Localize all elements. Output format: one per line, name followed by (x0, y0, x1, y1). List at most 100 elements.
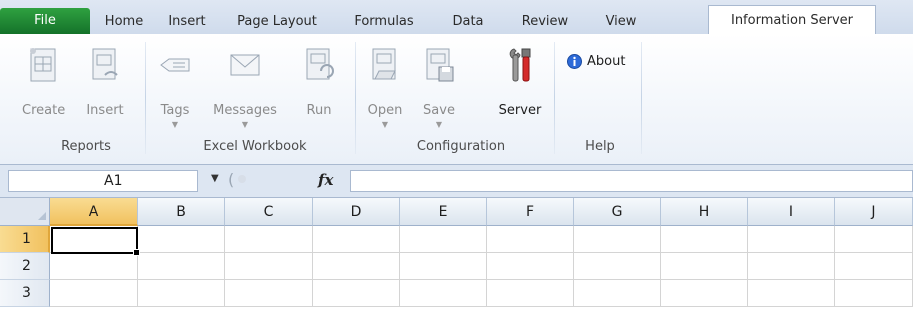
insert-report-button[interactable]: Insert (84, 39, 126, 124)
cell-e2[interactable] (400, 253, 487, 280)
chevron-down-icon: ▼ (171, 120, 179, 129)
divider: ( (228, 170, 235, 189)
active-cell-a1[interactable] (51, 227, 140, 256)
tab-view[interactable]: View (590, 10, 652, 34)
ribbon-panel: Create Insert Reports Tags ▼ Messages ▼ (0, 34, 913, 165)
cell-j3[interactable] (835, 280, 913, 307)
cell-g2[interactable] (574, 253, 661, 280)
messages-button[interactable]: Messages ▼ (212, 39, 278, 129)
cell-a2[interactable] (50, 253, 138, 280)
cell-i1[interactable] (748, 226, 835, 253)
cell-j2[interactable] (835, 253, 913, 280)
cell-e3[interactable] (400, 280, 487, 307)
column-header-c[interactable]: C (225, 198, 313, 226)
group-separator (355, 42, 356, 154)
name-box-value: A1 (104, 173, 123, 189)
cell-e1[interactable] (400, 226, 487, 253)
tab-file[interactable]: File (0, 8, 90, 34)
tab-insert[interactable]: Insert (156, 10, 218, 34)
tab-review[interactable]: Review (506, 10, 584, 34)
server-label: Server (498, 103, 542, 118)
insert-report-icon (92, 48, 118, 80)
cell-a3[interactable] (50, 280, 138, 307)
cell-h3[interactable] (661, 280, 748, 307)
spreadsheet-grid: A B C D E F G H I J 1 2 3 (0, 198, 913, 309)
save-label: Save (423, 103, 455, 118)
create-report-button[interactable]: Create (22, 39, 66, 124)
create-report-label: Create (22, 103, 66, 118)
cancel-icon (238, 175, 246, 183)
tags-label: Tags (160, 103, 190, 118)
cell-d2[interactable] (313, 253, 400, 280)
server-tools-icon (509, 48, 531, 82)
column-header-f[interactable]: F (487, 198, 574, 226)
about-button[interactable]: About (567, 51, 625, 71)
run-button[interactable]: Run (298, 39, 340, 124)
column-header-i[interactable]: I (748, 198, 835, 226)
cell-b1[interactable] (138, 226, 225, 253)
column-header-h[interactable]: H (661, 198, 748, 226)
cell-j1[interactable] (835, 226, 913, 253)
row-header-3[interactable]: 3 (0, 280, 50, 307)
cell-i3[interactable] (748, 280, 835, 307)
cell-c1[interactable] (225, 226, 313, 253)
save-button[interactable]: Save ▼ (418, 39, 460, 129)
cell-d3[interactable] (313, 280, 400, 307)
server-button[interactable]: Server (494, 39, 546, 124)
open-button[interactable]: Open ▼ (364, 39, 406, 129)
about-label: About (587, 53, 626, 69)
messages-icon (230, 54, 260, 76)
column-header-j[interactable]: J (835, 198, 913, 226)
group-separator (554, 42, 555, 154)
cell-d1[interactable] (313, 226, 400, 253)
column-header-g[interactable]: G (574, 198, 661, 226)
messages-label: Messages (213, 103, 277, 118)
fill-handle[interactable] (133, 249, 140, 256)
insert-report-label: Insert (86, 103, 124, 118)
select-all-button[interactable] (0, 198, 50, 226)
column-header-b[interactable]: B (138, 198, 225, 226)
column-header-e[interactable]: E (400, 198, 487, 226)
row-header-2[interactable]: 2 (0, 253, 50, 280)
tab-formulas[interactable]: Formulas (336, 10, 432, 34)
run-icon (306, 48, 334, 80)
group-separator (145, 42, 146, 154)
row-header-1[interactable]: 1 (0, 226, 50, 253)
formula-input[interactable] (350, 170, 913, 192)
cell-g1[interactable] (574, 226, 661, 253)
open-label: Open (367, 103, 403, 118)
group-label-configuration: Configuration (416, 139, 506, 154)
cell-c3[interactable] (225, 280, 313, 307)
formula-bar-controls: ▼ ( fx (206, 170, 351, 192)
tags-button[interactable]: Tags ▼ (154, 39, 196, 129)
cell-f2[interactable] (487, 253, 574, 280)
tab-home[interactable]: Home (96, 10, 152, 34)
cell-f3[interactable] (487, 280, 574, 307)
chevron-down-icon: ▼ (435, 120, 443, 129)
tags-icon (160, 58, 190, 72)
open-icon (372, 48, 396, 80)
create-report-icon (30, 48, 56, 82)
save-icon (426, 48, 454, 82)
group-label-excel-workbook: Excel Workbook (203, 139, 307, 154)
cell-h1[interactable] (661, 226, 748, 253)
insert-function-button[interactable]: fx (318, 171, 333, 189)
group-separator (641, 42, 642, 154)
name-box[interactable]: A1 (8, 170, 198, 192)
cell-b2[interactable] (138, 253, 225, 280)
column-header-a[interactable]: A (50, 198, 138, 226)
cell-c2[interactable] (225, 253, 313, 280)
chevron-down-icon: ▼ (241, 120, 249, 129)
cell-h2[interactable] (661, 253, 748, 280)
tab-data[interactable]: Data (436, 10, 500, 34)
formula-bar: A1 ▼ ( fx (0, 165, 913, 198)
column-header-d[interactable]: D (313, 198, 400, 226)
group-label-help: Help (585, 139, 615, 154)
cell-i2[interactable] (748, 253, 835, 280)
tab-page-layout[interactable]: Page Layout (224, 10, 330, 34)
cell-g3[interactable] (574, 280, 661, 307)
chevron-down-icon[interactable]: ▼ (211, 173, 219, 184)
cell-f1[interactable] (487, 226, 574, 253)
tab-information-server[interactable]: Information Server (708, 5, 876, 35)
cell-b3[interactable] (138, 280, 225, 307)
